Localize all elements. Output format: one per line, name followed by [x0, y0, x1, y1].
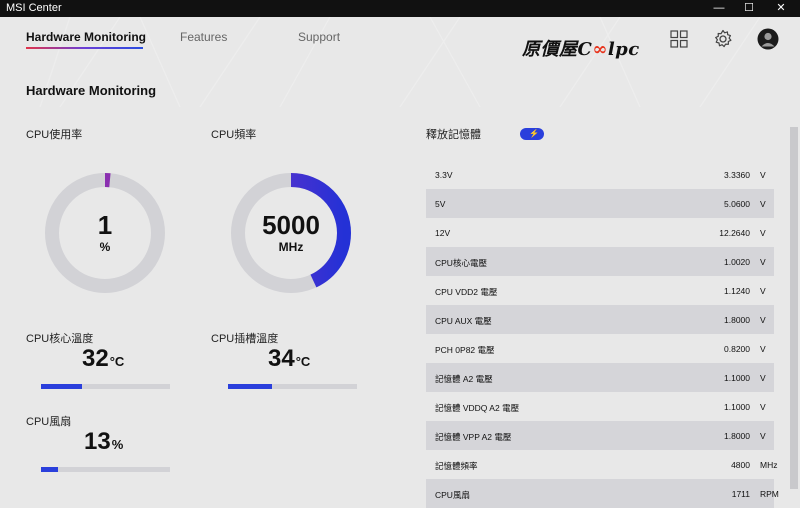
row-value: 1711 [731, 489, 750, 499]
row-name: CPU VDD2 電壓 [435, 287, 498, 297]
row-unit: V [760, 373, 766, 383]
row-unit: MHz [760, 460, 778, 470]
row-name: 記憶體 A2 電壓 [435, 374, 493, 384]
row-unit: RPM [760, 489, 779, 499]
title-bar: MSI Center — ☐ ✕ [0, 0, 800, 17]
tab-hardware-monitoring[interactable]: Hardware Monitoring [26, 30, 146, 44]
table-row: 記憶體 A2 電壓 1.1000 V [426, 363, 774, 392]
coolpc-logo: 原價屋C∞lpc [522, 39, 640, 60]
avatar[interactable] [757, 28, 779, 50]
row-unit: V [760, 344, 766, 354]
cpu-freq-label: CPU頻率 [211, 129, 257, 141]
page-title: Hardware Monitoring [26, 83, 157, 98]
table-row: CPU核心電壓 1.0020 V [426, 247, 774, 276]
row-name: CPU AUX 電壓 [435, 316, 492, 326]
active-tab-indicator [26, 47, 143, 49]
voltage-list: 3.3V 3.3360 V 5V 5.0600 V 12V 12.2640 V CPU核心電壓 1.… [426, 160, 779, 508]
cpu-core-temp-unit: °C [109, 354, 125, 369]
table-row: PCH 0P82 電壓 0.8200 V [426, 334, 774, 363]
cpu-core-temp-reading: 32°C [82, 345, 124, 373]
maximize-button[interactable]: ☐ [738, 0, 760, 17]
cpu-core-temp-bar-fill [41, 384, 83, 389]
row-value: 1.8000 [724, 431, 750, 441]
scrollbar[interactable] [790, 127, 798, 489]
row-name: 12V [435, 228, 451, 238]
row-value: 1.0020 [724, 257, 750, 267]
tab-features[interactable]: Features [180, 30, 227, 44]
row-unit: V [760, 170, 766, 180]
cpu-fan-bar-fill [41, 467, 58, 472]
cpu-core-temp-value: 32 [82, 345, 109, 372]
cpu-socket-temp-unit: °C [295, 354, 311, 369]
row-value: 1.1000 [724, 373, 750, 383]
memory-release-button[interactable]: ⚡ [520, 128, 544, 140]
row-unit: V [760, 402, 766, 412]
grid-icon[interactable] [670, 30, 688, 48]
row-name: 3.3V [435, 170, 453, 180]
tab-support[interactable]: Support [298, 30, 340, 44]
row-value: 0.8200 [724, 344, 750, 354]
close-button[interactable]: ✕ [770, 0, 792, 17]
row-value: 4800 [731, 460, 750, 470]
gear-icon[interactable] [713, 29, 733, 49]
row-name: 記憶體 VDDQ A2 電壓 [435, 403, 520, 413]
row-name: 5V [435, 199, 446, 209]
window-title: MSI Center [6, 2, 62, 14]
cpu-socket-temp-reading: 34°C [268, 345, 310, 373]
cpu-socket-temp-bar-fill [228, 384, 272, 389]
row-unit: V [760, 228, 766, 238]
cpu-usage-label: CPU使用率 [26, 129, 83, 141]
row-unit: V [760, 315, 766, 325]
row-value: 12.2640 [719, 228, 750, 238]
cpu-socket-temp-bar [228, 384, 357, 389]
cpu-usage-unit: % [99, 240, 111, 254]
cpu-core-temp-bar [41, 384, 170, 389]
row-unit: V [760, 431, 766, 441]
cpu-socket-temp-value: 34 [268, 345, 295, 372]
row-value: 5.0600 [724, 199, 750, 209]
row-name: 記憶體頻率 [435, 461, 478, 471]
table-row: 記憶體頻率 4800 MHz [426, 450, 778, 479]
row-unit: V [760, 257, 766, 267]
cpu-fan-unit: % [111, 437, 124, 452]
cpu-usage-value: 1 [97, 210, 113, 240]
table-row: CPU AUX 電壓 1.8000 V [426, 305, 774, 334]
row-name: PCH 0P82 電壓 [435, 345, 495, 355]
cpu-socket-temp-label: CPU插槽溫度 [211, 333, 279, 345]
row-value: 3.3360 [724, 170, 750, 180]
cpu-fan-value: 13 [84, 428, 111, 455]
cpu-freq-value: 5000 [262, 210, 320, 240]
row-value: 1.1240 [724, 286, 750, 296]
memory-release-label: 釋放記憶體 [426, 129, 481, 141]
table-row: 3.3V 3.3360 V [426, 160, 774, 189]
row-name: 記憶體 VPP A2 電壓 [435, 432, 512, 442]
minimize-button[interactable]: — [708, 0, 730, 17]
table-row: 5V 5.0600 V [426, 189, 774, 218]
row-name: CPU風扇 [435, 490, 470, 500]
infinity-icon: ∞ [592, 39, 608, 60]
cpu-fan-bar [41, 467, 170, 472]
row-value: 1.8000 [724, 315, 750, 325]
cpu-fan-label: CPU風扇 [26, 416, 72, 428]
row-unit: V [760, 286, 766, 296]
row-unit: V [760, 199, 766, 209]
table-row: CPU VDD2 電壓 1.1240 V [426, 276, 774, 305]
row-name: CPU核心電壓 [435, 258, 487, 268]
cpu-freq-unit: MHz [278, 240, 304, 254]
table-row: 12V 12.2640 V [426, 218, 774, 247]
table-row: 記憶體 VPP A2 電壓 1.8000 V [426, 421, 774, 450]
cpu-fan-reading: 13% [84, 428, 123, 456]
lightning-icon: ⚡ [529, 129, 539, 138]
table-row: 記憶體 VDDQ A2 電壓 1.1000 V [426, 392, 774, 421]
row-value: 1.1000 [724, 402, 750, 412]
cpu-core-temp-label: CPU核心溫度 [26, 333, 94, 345]
table-row: CPU風扇 1711 RPM [426, 479, 779, 508]
